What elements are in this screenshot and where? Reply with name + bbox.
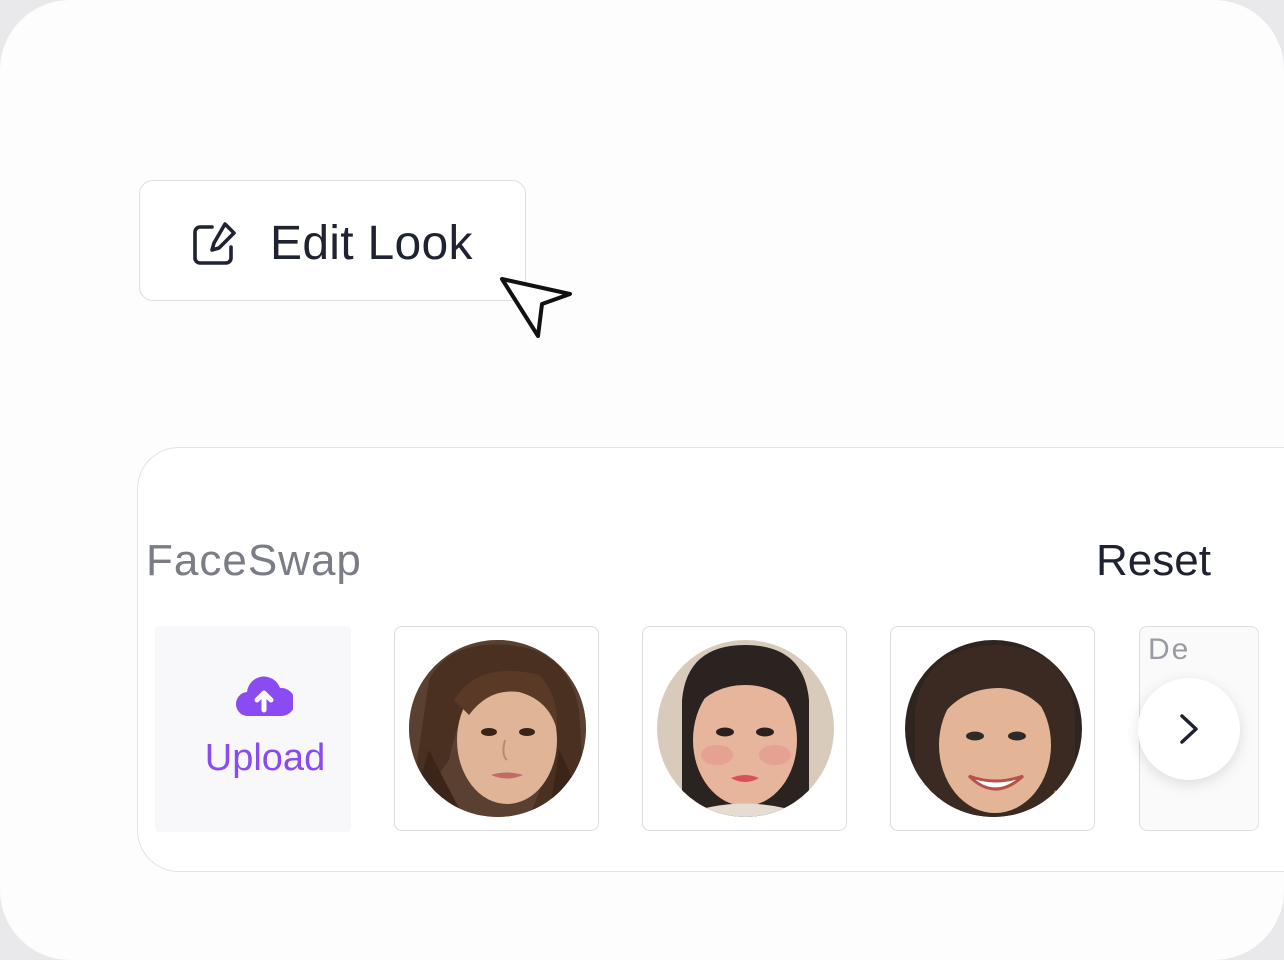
- face-portrait-2: [657, 640, 834, 817]
- chevron-right-icon: [1180, 714, 1198, 744]
- upload-button[interactable]: Upload: [155, 626, 351, 832]
- edit-look-label: Edit Look: [270, 217, 473, 270]
- edit-square-icon: [190, 220, 238, 268]
- edit-look-button[interactable]: Edit Look: [139, 180, 526, 301]
- face-option-3[interactable]: [890, 626, 1095, 831]
- cloud-upload-icon: [235, 674, 296, 718]
- faceswap-panel: FaceSwap Reset Upload De: [137, 447, 1284, 872]
- next-button[interactable]: [1138, 678, 1240, 780]
- face-portrait-1: [409, 640, 586, 817]
- canvas: Edit Look FaceSwap Reset Upload De: [0, 0, 1284, 960]
- partial-card-label: De: [1148, 633, 1191, 666]
- face-option-1[interactable]: [394, 626, 599, 831]
- pointer-arrow-icon: [498, 274, 578, 344]
- reset-button[interactable]: Reset: [1096, 536, 1211, 586]
- panel-title: FaceSwap: [146, 536, 362, 585]
- face-portrait-3: [905, 640, 1082, 817]
- face-option-2[interactable]: [642, 626, 847, 831]
- upload-label: Upload: [204, 737, 326, 779]
